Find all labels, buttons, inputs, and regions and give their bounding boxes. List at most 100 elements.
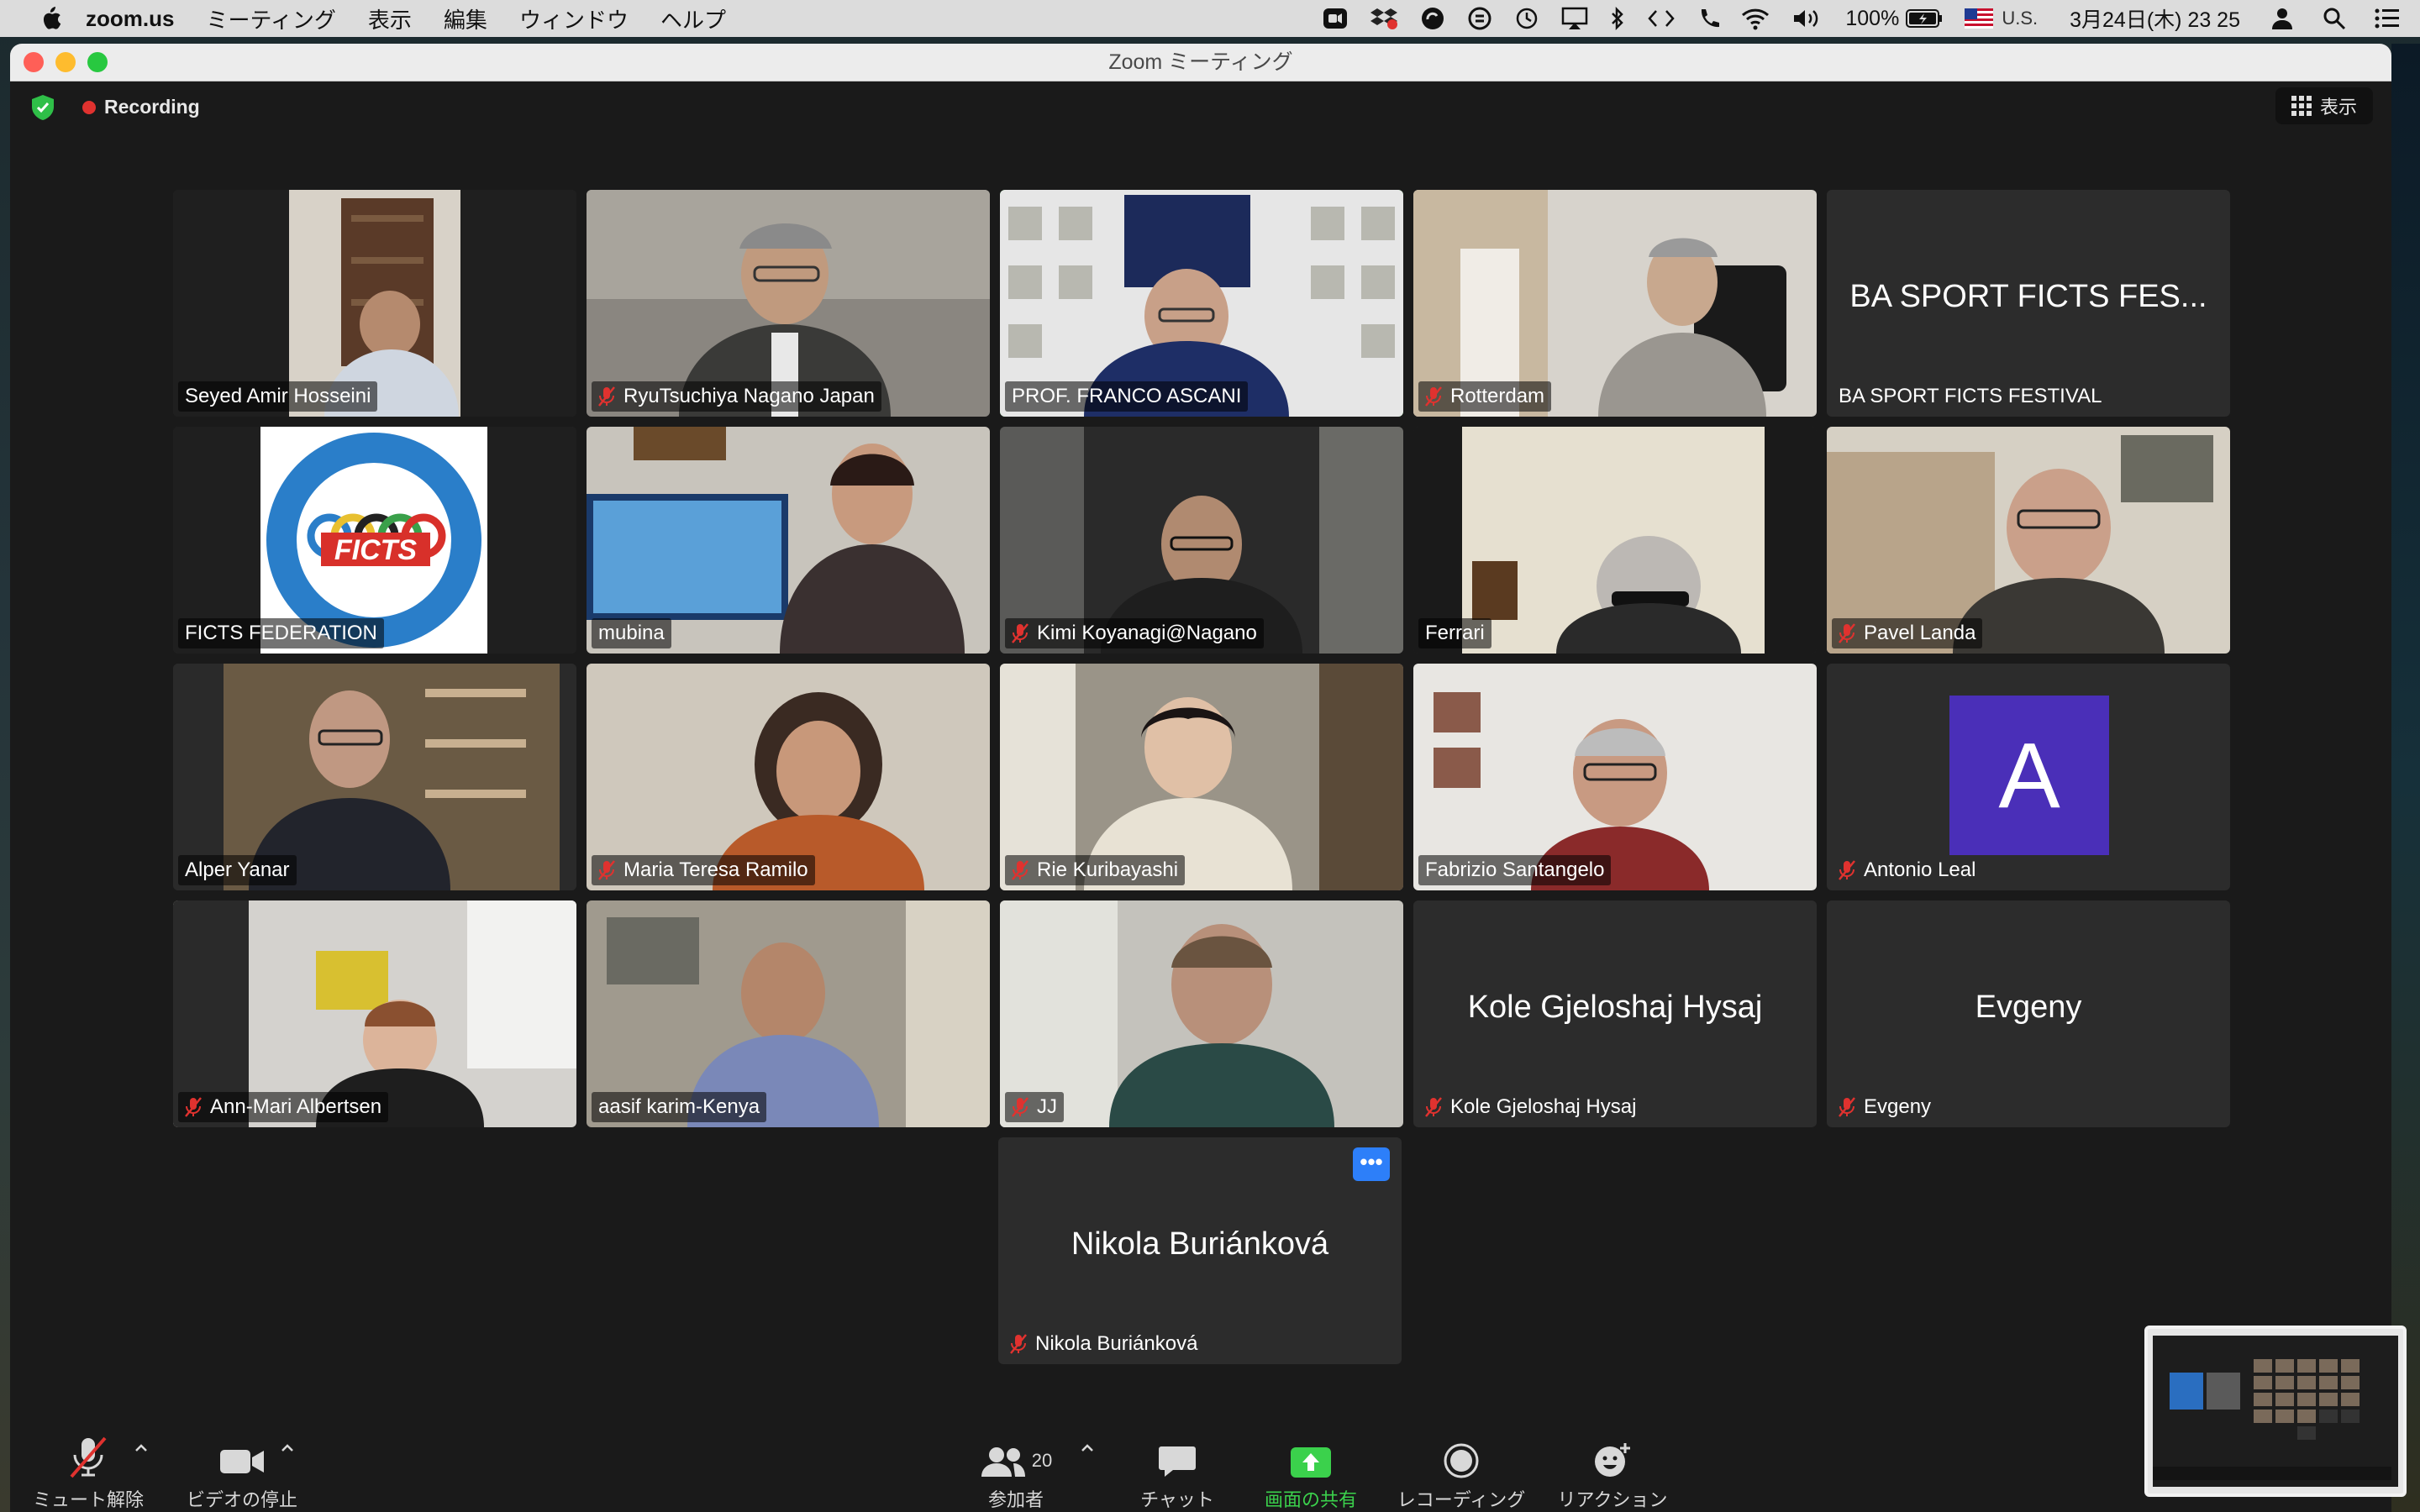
participant-tile[interactable]: mubina — [587, 427, 990, 654]
window-titlebar[interactable]: Zoom ミーティング — [10, 44, 2391, 81]
muted-mic-icon — [1010, 1334, 1027, 1354]
volume-icon[interactable] — [1791, 0, 1823, 37]
recording-indicator[interactable]: Recording — [82, 96, 200, 118]
participant-tile[interactable]: Kimi Koyanagi@Nagano — [1000, 427, 1403, 654]
view-button-label: 表示 — [2319, 97, 2357, 118]
participant-name-label: Evgeny — [1832, 1092, 1938, 1122]
spotlight-search-icon[interactable] — [2323, 0, 2346, 37]
participant-tile-no-video[interactable]: ••• Nikola Buriánková Nikola Buriánková — [998, 1137, 1402, 1364]
code-brackets-icon[interactable] — [1647, 0, 1676, 37]
thumbnail-preview — [2153, 1336, 2398, 1487]
grammarly-icon[interactable] — [1467, 0, 1492, 37]
chat-button[interactable]: チャット — [1128, 1418, 1227, 1512]
wifi-icon[interactable] — [1741, 0, 1770, 37]
participant-tile[interactable]: Ferrari — [1413, 427, 1817, 654]
participant-tile-no-video[interactable]: Evgeny Evgeny — [1827, 900, 2230, 1127]
muted-mic-icon — [598, 860, 615, 880]
participants-label: 参加者 — [987, 1489, 1044, 1510]
participant-tile-active-speaker[interactable]: PROF. FRANCO ASCANI — [1000, 190, 1403, 417]
participant-tile[interactable]: RyuTsuchiya Nagano Japan — [587, 190, 990, 417]
participant-tile[interactable]: JJ — [1000, 900, 1403, 1127]
participant-name-label: mubina — [592, 618, 671, 648]
menu-view[interactable]: 表示 — [368, 3, 412, 34]
svg-text:FICTS: FICTS — [334, 534, 418, 566]
grid-view-icon — [2291, 96, 2312, 116]
reactions-button[interactable]: リアクション — [1549, 1418, 1676, 1512]
phone-icon[interactable] — [1697, 0, 1720, 37]
participants-count: 20 — [1031, 1450, 1053, 1471]
participant-tile-no-video[interactable]: Kole Gjeloshaj Hysaj Kole Gjeloshaj Hysa… — [1413, 900, 1817, 1127]
participant-name-label: Antonio Leal — [1832, 855, 1982, 885]
sync-status-icon[interactable] — [1420, 0, 1445, 37]
thumbnail-grid-icon — [2153, 1336, 2391, 1480]
participant-tile[interactable]: FICTS FICTS FEDERATION — [173, 427, 576, 654]
participant-tile-no-video[interactable]: A Antonio Leal — [1827, 664, 2230, 890]
participant-name-label: Kole Gjeloshaj Hysaj — [1418, 1092, 1643, 1122]
participant-name: JJ — [1037, 1095, 1057, 1118]
dropbox-icon[interactable] — [1370, 0, 1398, 37]
participants-button[interactable]: 20 参加者 — [961, 1418, 1071, 1512]
menu-meeting[interactable]: ミーティング — [206, 3, 335, 34]
participant-tile[interactable]: Rotterdam — [1413, 190, 1817, 417]
input-source[interactable]: U.S. — [2002, 0, 2038, 37]
participant-display-name: Kole Gjeloshaj Hysaj — [1467, 990, 1763, 1025]
menu-edit[interactable]: 編集 — [444, 3, 487, 34]
minimized-meeting-thumbnail[interactable] — [2144, 1326, 2407, 1497]
more-options-button[interactable]: ••• — [1353, 1147, 1390, 1181]
airplay-icon[interactable] — [1561, 0, 1588, 37]
recording-label: Recording — [104, 96, 200, 118]
clock[interactable]: 3月24日(木) 23 25 — [2070, 0, 2240, 37]
participant-name-label: Ann-Mari Albertsen — [178, 1092, 389, 1122]
apple-menu-icon[interactable] — [34, 2, 67, 35]
participants-icon-group: 20 — [980, 1430, 1052, 1478]
macos-menu-bar: zoom.us ミーティング 表示 編集 ウィンドウ ヘルプ 100% U.S.… — [0, 0, 2420, 37]
participant-name: RyuTsuchiya Nagano Japan — [623, 385, 875, 407]
desktop-background — [2391, 44, 2420, 1512]
participants-options-caret-icon[interactable] — [1079, 1440, 1096, 1457]
participant-name-label: Rotterdam — [1418, 381, 1552, 412]
muted-mic-icon — [1425, 386, 1442, 407]
participant-tile-no-video[interactable]: BA SPORT FICTS FES... BA SPORT FICTS FES… — [1827, 190, 2230, 417]
participant-tile[interactable]: Maria Teresa Ramilo — [587, 664, 990, 890]
battery-icon[interactable] — [1906, 0, 1943, 37]
zoom-status-icon[interactable] — [1323, 0, 1348, 37]
control-center-icon[interactable] — [2375, 0, 2400, 37]
menu-window[interactable]: ウィンドウ — [519, 3, 629, 34]
bluetooth-icon[interactable] — [1610, 0, 1625, 37]
share-screen-button[interactable]: 画面の共有 — [1254, 1418, 1368, 1512]
participant-name: FICTS FEDERATION — [185, 622, 377, 644]
muted-microphone-icon — [66, 1430, 110, 1478]
battery-percent: 100% — [1845, 6, 1900, 30]
participant-name-label: JJ — [1005, 1092, 1064, 1122]
user-icon[interactable] — [2270, 0, 2294, 37]
menu-help[interactable]: ヘルプ — [660, 3, 726, 34]
participant-tile[interactable]: Seyed Amir Hosseini — [173, 190, 576, 417]
participant-name-label: Ferrari — [1418, 618, 1491, 648]
security-shield-icon[interactable] — [30, 94, 55, 121]
participant-tile[interactable]: Rie Kuribayashi — [1000, 664, 1403, 890]
reactions-label: リアクション — [1557, 1489, 1668, 1510]
unmute-button[interactable]: ミュート解除 — [27, 1418, 150, 1512]
time-machine-icon[interactable] — [1514, 0, 1539, 37]
audio-options-caret-icon[interactable] — [133, 1440, 150, 1457]
participant-tile[interactable]: Pavel Landa — [1827, 427, 2230, 654]
menu-app-name[interactable]: zoom.us — [86, 6, 174, 32]
meeting-controls-bar: ミュート解除 ビデオの停止 20 参加者 チャット 画面の共有 レコーディング … — [10, 1418, 2391, 1512]
view-layout-button[interactable]: 表示 — [2275, 87, 2373, 124]
participant-name: Kole Gjeloshaj Hysaj — [1450, 1095, 1637, 1118]
record-button[interactable]: レコーディング — [1385, 1418, 1538, 1512]
record-icon — [1444, 1430, 1479, 1478]
participant-name: Pavel Landa — [1864, 622, 1976, 644]
video-options-caret-icon[interactable] — [279, 1440, 296, 1457]
participant-name: Maria Teresa Ramilo — [623, 858, 808, 881]
participant-name-label: aasif karim-Kenya — [592, 1092, 767, 1122]
participant-name: Nikola Buriánková — [1035, 1332, 1198, 1355]
participant-tile[interactable]: Alper Yanar — [173, 664, 576, 890]
participant-tile[interactable]: Fabrizio Santangelo — [1413, 664, 1817, 890]
participant-tile[interactable]: aasif karim-Kenya — [587, 900, 990, 1127]
stop-video-label: ビデオの停止 — [186, 1489, 297, 1510]
stop-video-button[interactable]: ビデオの停止 — [175, 1418, 309, 1512]
participant-tile[interactable]: Ann-Mari Albertsen — [173, 900, 576, 1127]
muted-mic-icon — [185, 1097, 202, 1117]
us-flag-icon[interactable] — [1965, 0, 1994, 37]
